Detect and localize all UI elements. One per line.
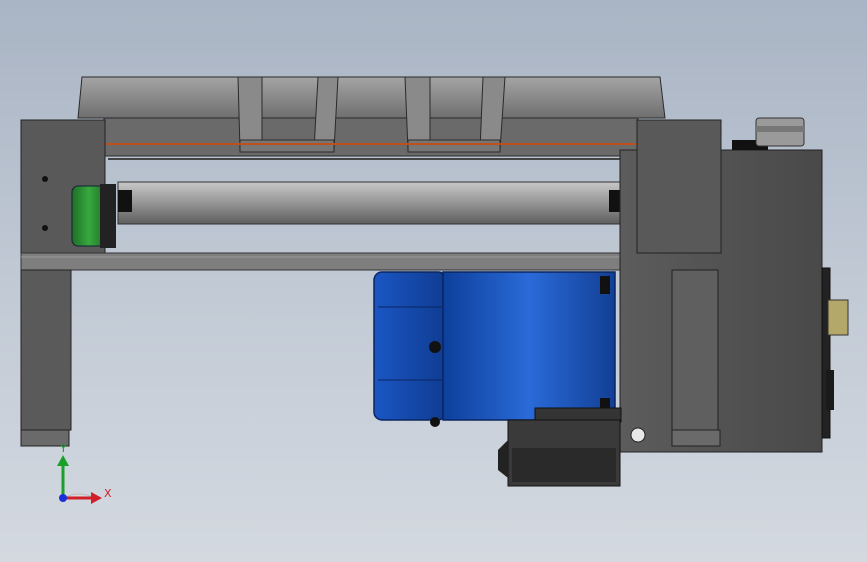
blue-motor[interactable] [373,271,622,427]
left-leg[interactable] [20,269,72,447]
top-sensor[interactable] [732,117,805,150]
gearbox[interactable] [498,419,621,487]
cross-beam[interactable] [20,252,719,271]
cad-model-view[interactable] [0,0,867,562]
drive-roller[interactable] [108,158,638,225]
triad-x-label: X [104,487,112,500]
triad-y-label: Y [60,442,67,455]
graphics-viewport[interactable]: Y X [0,0,867,562]
drive-housing[interactable] [619,119,849,453]
left-pulley[interactable] [71,184,116,248]
coordinate-triad [57,455,102,504]
